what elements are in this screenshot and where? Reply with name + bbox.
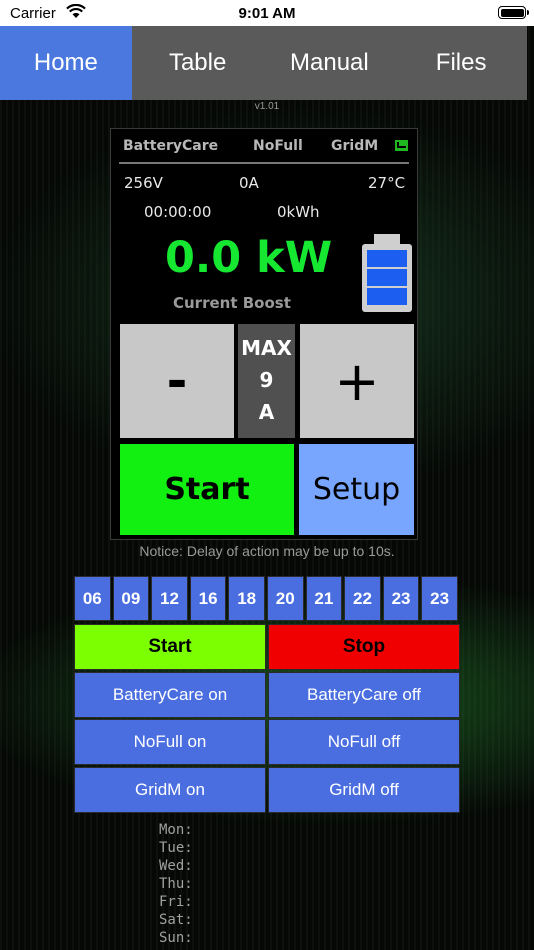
day-label: Sat: xyxy=(159,912,193,928)
tab-files[interactable]: Files xyxy=(395,26,527,100)
nofull-off-button[interactable]: NoFull off xyxy=(268,719,460,765)
tab-table[interactable]: Table xyxy=(132,26,264,100)
nofull-row: NoFull on NoFull off xyxy=(74,719,460,766)
hour-button[interactable]: 21 xyxy=(305,576,343,621)
schedule-stop-button[interactable]: Stop xyxy=(268,624,460,670)
battery-level-icon xyxy=(362,234,412,312)
current-value: 0A xyxy=(239,174,259,192)
batterycare-on-button[interactable]: BatteryCare on xyxy=(74,671,266,718)
hour-row: 06 09 12 16 18 20 21 22 23 23 xyxy=(74,576,460,623)
max-unit: A xyxy=(258,400,275,424)
battery-cell xyxy=(367,269,407,286)
voltage-value: 256V xyxy=(124,174,163,192)
main-nav: Home Table Manual Files xyxy=(0,26,527,100)
max-current-display: MAX 9 A xyxy=(238,324,295,438)
batterycare-off-button[interactable]: BatteryCare off xyxy=(268,671,460,718)
day-label: Fri: xyxy=(159,894,193,910)
weekday-list: Mon: Tue: Wed: Thu: Fri: Sat: Sun: xyxy=(159,821,193,947)
hour-button[interactable]: 22 xyxy=(344,576,381,621)
status-bar: Carrier 9:01 AM xyxy=(0,0,534,26)
nofull-on-button[interactable]: NoFull on xyxy=(74,719,266,765)
gridm-off-button[interactable]: GridM off xyxy=(268,766,460,813)
duration-value: 00:00:00 xyxy=(144,203,212,221)
temperature-value: 27°C xyxy=(368,174,406,192)
grid-indicator-icon xyxy=(395,140,408,151)
delay-notice: Notice: Delay of action may be up to 10s… xyxy=(139,543,395,559)
max-value: 9 xyxy=(259,368,274,392)
decrease-current-button[interactable]: - xyxy=(120,324,234,438)
increase-current-button[interactable]: + xyxy=(300,324,414,438)
device-display: BatteryCare NoFull GridM 256V 0A 27°C 00… xyxy=(110,128,418,540)
mode-header: BatteryCare NoFull GridM xyxy=(111,129,417,161)
start-button[interactable]: Start xyxy=(120,444,294,535)
hour-button[interactable]: 20 xyxy=(266,576,304,621)
clock: 9:01 AM xyxy=(238,5,296,22)
mode-batterycare: BatteryCare xyxy=(123,138,219,154)
day-label: Tue: xyxy=(159,840,193,856)
battery-cell xyxy=(367,250,407,267)
day-label: Wed: xyxy=(159,858,193,874)
day-label: Mon: xyxy=(159,822,193,838)
power-readout: 0.0 kW xyxy=(165,233,333,283)
gridm-row: GridM on GridM off xyxy=(74,766,460,814)
day-label: Sun: xyxy=(159,930,193,946)
mode-nofull: NoFull xyxy=(253,138,303,154)
hour-button[interactable]: 06 xyxy=(74,576,111,621)
hour-button[interactable]: 12 xyxy=(151,576,188,621)
hour-button[interactable]: 16 xyxy=(189,576,227,621)
tab-manual[interactable]: Manual xyxy=(264,26,396,100)
gridm-on-button[interactable]: GridM on xyxy=(74,766,266,813)
start-stop-row: Start Stop xyxy=(74,624,460,671)
hour-button[interactable]: 23 xyxy=(382,576,420,621)
day-label: Thu: xyxy=(159,876,193,892)
setup-button[interactable]: Setup xyxy=(299,444,414,535)
hour-button[interactable]: 18 xyxy=(228,576,265,621)
battery-status-icon xyxy=(498,6,529,19)
version-label: v1.01 xyxy=(254,101,280,112)
hour-button[interactable]: 09 xyxy=(112,576,150,621)
hour-button[interactable]: 23 xyxy=(421,576,458,621)
batterycare-row: BatteryCare on BatteryCare off xyxy=(74,671,460,719)
max-label: MAX xyxy=(241,336,292,360)
schedule-start-button[interactable]: Start xyxy=(74,624,266,670)
battery-cell xyxy=(367,288,407,305)
schedule-grid: 06 09 12 16 18 20 21 22 23 23 Start Stop… xyxy=(74,576,460,813)
tab-home[interactable]: Home xyxy=(0,26,132,100)
header-divider xyxy=(119,162,409,164)
mode-gridm: GridM xyxy=(331,138,379,154)
energy-value: 0kWh xyxy=(277,203,320,221)
power-label: Current Boost xyxy=(173,294,291,312)
